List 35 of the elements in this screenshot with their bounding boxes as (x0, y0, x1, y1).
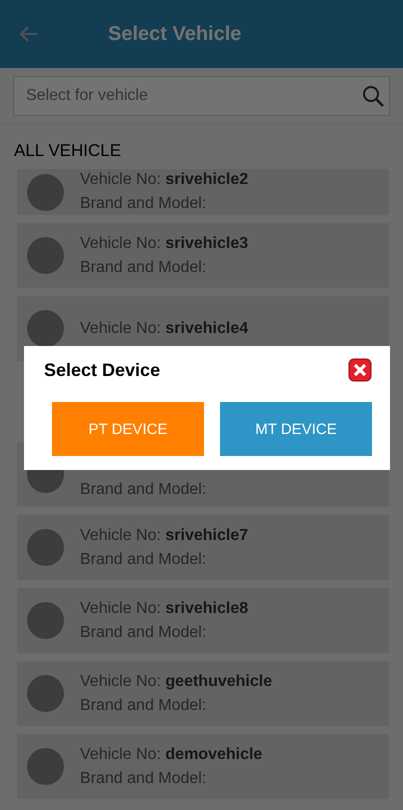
vehicle-row[interactable]: Vehicle No: geethuvehicle Brand and Model: (17, 661, 389, 726)
brand-model-label: Brand and Model: (80, 624, 208, 642)
vehicle-number: Vehicle No: srivehicle4 (80, 320, 248, 338)
vehicle-number: Vehicle No: srivehicle7 (80, 526, 248, 544)
vehicle-number: Vehicle No: srivehicle2 (80, 171, 248, 189)
brand-model-label: Brand and Model: (80, 550, 208, 568)
brand-model-label: Brand and Model: (80, 696, 208, 714)
section-heading: ALL VEHICLE (13, 140, 122, 162)
avatar-circle (27, 529, 64, 566)
brand-model-label: Brand and Model: (80, 195, 208, 213)
vehicle-number: Vehicle No: geethuvehicle (80, 672, 272, 690)
avatar-circle (27, 310, 64, 347)
vehicle-number: Vehicle No: demovehicle (80, 746, 262, 764)
vehicle-row[interactable]: Vehicle No: srivehicle8 Brand and Model: (17, 588, 389, 653)
device-button[interactable]: MT DEVICE (220, 402, 372, 456)
close-icon[interactable] (348, 358, 372, 382)
vehicle-row[interactable]: Vehicle No: demovehicle Brand and Model: (17, 734, 389, 799)
screen-title: Select Vehicle (108, 22, 242, 46)
vehicle-row[interactable]: Vehicle No: srivehicle2 Brand and Model: (17, 169, 389, 215)
brand-model-label: Brand and Model: (80, 770, 208, 788)
search-field[interactable]: Select for vehicle (13, 76, 390, 116)
vehicle-number: Vehicle No: srivehicle3 (80, 234, 248, 252)
avatar-circle (27, 174, 64, 210)
vehicle-number: Vehicle No: srivehicle8 (80, 600, 248, 618)
dialog-title: Select Device (44, 360, 160, 380)
vehicle-row[interactable]: Vehicle No: srivehicle3 Brand and Model: (17, 223, 389, 288)
avatar-circle (27, 237, 64, 274)
vehicle-row[interactable]: Vehicle No: srivehicle7 Brand and Model: (17, 515, 389, 580)
avatar-circle (27, 748, 64, 785)
brand-model-label: Brand and Model: (80, 258, 208, 276)
search-icon[interactable] (362, 85, 384, 107)
device-button[interactable]: PT DEVICE (52, 402, 204, 456)
brand-model-label: Brand and Model: (80, 481, 206, 499)
avatar-circle (27, 675, 64, 712)
avatar-circle (27, 602, 64, 639)
